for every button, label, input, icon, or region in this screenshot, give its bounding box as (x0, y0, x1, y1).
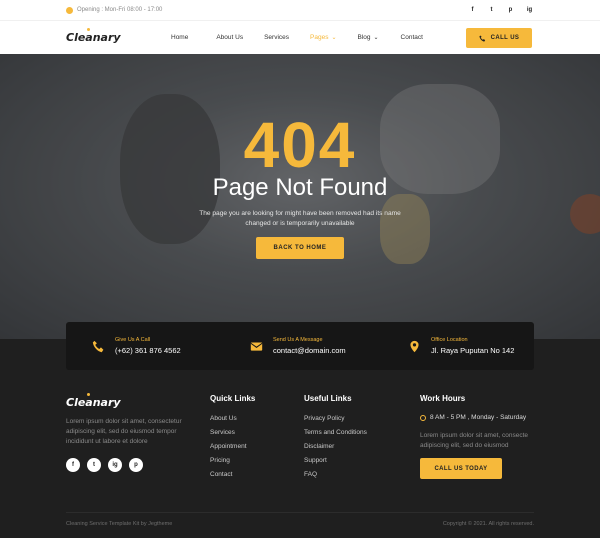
contact-location[interactable]: Office Location Jl. Raya Puputan No 142 (376, 322, 534, 370)
error-code: 404 (243, 109, 357, 181)
call-us-today-button[interactable]: CALL US TODAY (420, 458, 502, 479)
contact-message-value: contact@domain.com (273, 346, 346, 355)
nav-pages[interactable]: Pages ⌄ (310, 34, 336, 41)
envelope-icon (250, 341, 263, 351)
nav-contact[interactable]: Contact (401, 34, 423, 41)
quick-link[interactable]: Appointment (210, 440, 255, 454)
nav-services[interactable]: Services (264, 34, 289, 41)
clock-icon (66, 6, 73, 14)
copyright-text: Copyright © 2021. All rights reserved. (442, 521, 534, 527)
useful-links-title: Useful Links (304, 394, 352, 403)
pinterest-icon[interactable]: p (506, 7, 515, 13)
twitter-icon[interactable]: t (87, 458, 101, 472)
footer-logo[interactable]: Cleanary (66, 396, 121, 409)
quick-link[interactable]: Contact (210, 468, 255, 482)
quick-links-title: Quick Links (210, 394, 256, 403)
chevron-down-icon: ⌄ (331, 35, 337, 41)
contact-location-value: Jl. Raya Puputan No 142 (431, 346, 515, 355)
top-bar: Opening : Mon-Fri 08:00 - 17:00 f t p ig (0, 0, 600, 20)
nav-services-label: Services (264, 34, 290, 41)
facebook-icon[interactable]: f (468, 7, 477, 13)
chevron-down-icon: ⌄ (373, 35, 379, 41)
page-title: Page Not Found (212, 174, 388, 201)
work-hours-title: Work Hours (420, 394, 466, 403)
work-hours-line: 8 AM - 5 PM , Monday - Saturday (420, 414, 535, 421)
nav-pages-label: Pages (310, 34, 329, 41)
work-hours: Work Hours 8 AM - 5 PM , Monday - Saturd… (420, 394, 535, 451)
quick-links: Quick Links About Us Services Appointmen… (210, 394, 255, 482)
map-pin-icon (410, 340, 419, 352)
contact-call-label: Give Us A Call (115, 337, 151, 343)
top-social-links: f t p ig (468, 7, 534, 13)
logo-dot (87, 28, 90, 31)
work-hours-description: Lorem ipsum dolor sit amet, consecte adi… (420, 432, 529, 449)
clock-icon (420, 414, 426, 421)
nav-contact-label: Contact (400, 34, 423, 41)
contact-location-label: Office Location (431, 337, 468, 343)
useful-link[interactable]: Privacy Policy (304, 412, 367, 426)
quick-link[interactable]: Services (210, 426, 255, 440)
phone-icon (92, 340, 104, 352)
back-to-home-button[interactable]: BACK TO HOME (256, 237, 344, 259)
footer: Cleanary Lorem ipsum dolor sit amet, con… (0, 370, 600, 538)
opening-text: Opening : Mon-Fri 08:00 - 17:00 (77, 7, 163, 13)
work-hours-text: 8 AM - 5 PM , Monday - Saturday (430, 414, 527, 421)
useful-link[interactable]: Disclaimer (304, 440, 367, 454)
footer-description: Lorem ipsum dolor sit amet, consectetur … (66, 418, 182, 445)
useful-links: Useful Links Privacy Policy Terms and Co… (304, 394, 367, 482)
footer-divider (66, 512, 534, 513)
facebook-icon[interactable]: f (66, 458, 80, 472)
useful-link[interactable]: Support (304, 454, 367, 468)
instagram-icon[interactable]: ig (108, 458, 122, 472)
error-message: The page you are looking for might have … (199, 210, 401, 227)
call-us-button[interactable]: CALL US (466, 28, 532, 48)
twitter-icon[interactable]: t (487, 7, 496, 13)
main-menu: Home About Us Services Pages ⌄ Blog ⌄ Co… (171, 34, 423, 41)
footer-logo-dot (87, 393, 90, 396)
logo[interactable]: Cleanary (66, 28, 176, 44)
contact-message-label: Send Us A Message (273, 337, 323, 343)
call-us-label: CALL US (490, 35, 520, 41)
nav-blog[interactable]: Blog ⌄ (358, 34, 379, 41)
useful-link[interactable]: FAQ (304, 468, 367, 482)
quick-link[interactable]: Pricing (210, 454, 255, 468)
nav-blog-label: Blog (357, 34, 371, 41)
nav-about-label: About Us (216, 34, 244, 41)
contact-strip: Give Us A Call (+62) 361 876 4562 Send U… (66, 322, 534, 370)
nav-about[interactable]: About Us (216, 34, 243, 41)
navbar: Cleanary Home About Us Services Pages ⌄ … (0, 20, 600, 54)
instagram-icon[interactable]: ig (525, 7, 534, 13)
phone-icon (479, 34, 485, 42)
useful-link[interactable]: Terms and Conditions (304, 426, 367, 440)
contact-call-value: (+62) 361 876 4562 (115, 346, 181, 355)
contact-call[interactable]: Give Us A Call (+62) 361 876 4562 (66, 322, 218, 370)
footer-social-links: f t ig p (66, 458, 143, 472)
contact-message[interactable]: Send Us A Message contact@domain.com (218, 322, 376, 370)
pinterest-icon[interactable]: p (129, 458, 143, 472)
hero-content: 404 Page Not Found The page you are look… (0, 54, 600, 339)
logo-text: Cleanary (66, 31, 121, 44)
quick-link[interactable]: About Us (210, 412, 255, 426)
hero-section: 404 Page Not Found The page you are look… (0, 54, 600, 339)
opening-hours: Opening : Mon-Fri 08:00 - 17:00 (66, 6, 163, 14)
credits-text: Cleaning Service Template Kit by Jegthem… (66, 521, 173, 527)
